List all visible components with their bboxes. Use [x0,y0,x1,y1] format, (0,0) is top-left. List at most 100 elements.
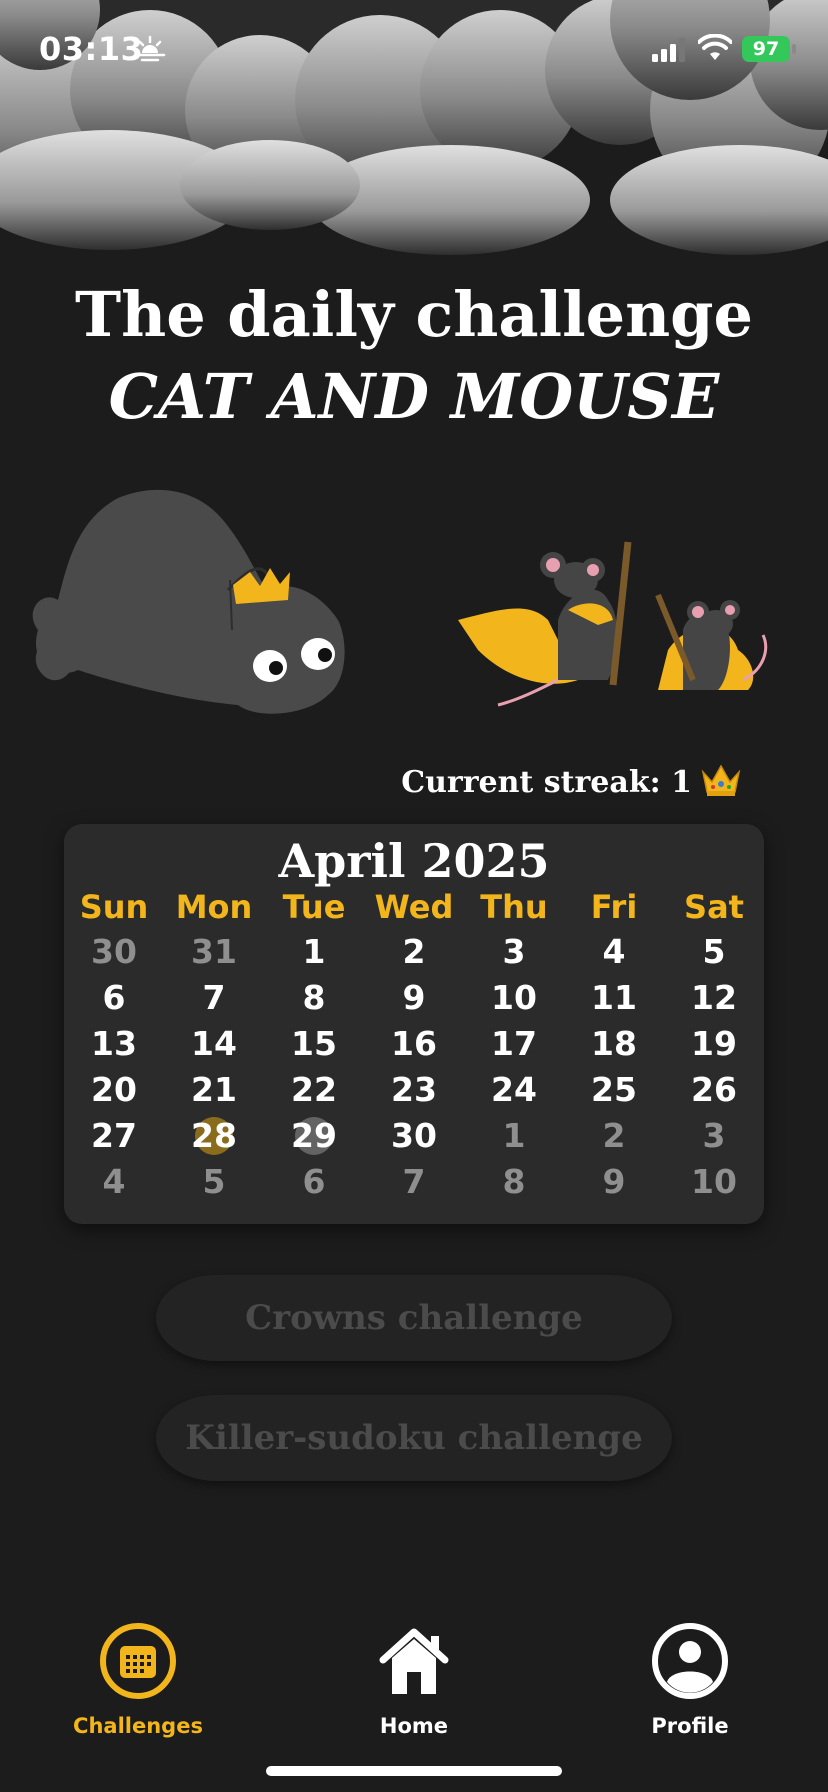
calendar-day-number: 23 [391,1070,437,1109]
calendar-day[interactable]: 13 [64,1024,164,1064]
calendar-day-completed[interactable]: 28 [164,1116,264,1156]
tab-home[interactable]: Home [334,1622,494,1738]
calendar-day-number: 18 [591,1024,637,1063]
calendar-day[interactable]: 5 [664,932,764,972]
calendar-day-number: 3 [702,1116,726,1155]
calendar-day[interactable]: 17 [464,1024,564,1064]
calendar-day[interactable]: 4 [64,1162,164,1202]
calendar-day-number: 1 [302,932,326,971]
mice-illustration [458,541,768,707]
calendar-day-number: 12 [691,978,737,1017]
challenge-name: CAT AND MOUSE [108,360,720,433]
page-title: The daily challenge [75,278,753,351]
streak-calendar: April 2025 Sun Mon Tue Wed Thu Fri Sat 30 31 1 2 3… [64,824,764,1224]
calendar-day-number: 22 [291,1070,337,1109]
weekday-label: Mon [175,888,253,926]
calendar-day[interactable]: 8 [464,1162,564,1202]
status-time: 03:13 [39,30,144,68]
calendar-day[interactable]: 4 [564,932,664,972]
calendar-day[interactable]: 20 [64,1070,164,1110]
calendar-day-number: 25 [591,1070,637,1109]
calendar-day[interactable]: 2 [364,932,464,972]
calendar-day[interactable]: 11 [564,978,664,1018]
weekday-label: Wed [374,888,454,926]
calendar-month: April 2025 [278,834,550,888]
calendar-day-number: 9 [402,978,426,1017]
calendar-day-number: 27 [91,1116,137,1155]
home-icon [379,1628,449,1694]
calendar-day-number: 3 [502,932,526,971]
battery-cap [792,44,796,54]
weekday-label: Fri [590,888,638,926]
weekday-label: Thu [480,888,548,926]
calendar-day[interactable]: 9 [564,1162,664,1202]
tab-profile-label: Profile [651,1714,729,1738]
calendar-day-number: 26 [691,1070,737,1109]
calendar-day[interactable]: 1 [464,1116,564,1156]
calendar-day[interactable]: 23 [364,1070,464,1110]
calendar-day-number: 5 [202,1162,226,1201]
calendar-day[interactable]: 1 [264,932,364,972]
calendar-day[interactable]: 30 [364,1116,464,1156]
weekday-label: Sat [684,888,744,926]
killer-sudoku-challenge-button[interactable]: Killer-sudoku challenge [156,1395,672,1481]
calendar-day[interactable]: 27 [64,1116,164,1156]
calendar-day-number: 6 [102,978,126,1017]
calendar-day-number: 13 [91,1024,137,1063]
calendar-day-number: 5 [702,932,726,971]
battery-indicator: 97 [742,36,790,62]
calendar-day[interactable]: 21 [164,1070,264,1110]
calendar-day-number: 4 [102,1162,126,1201]
calendar-day[interactable]: 16 [364,1024,464,1064]
calendar-day-number: 24 [491,1070,537,1109]
calendar-day[interactable]: 7 [164,978,264,1018]
tab-challenges[interactable]: Challenges [58,1622,218,1738]
calendar-day[interactable]: 10 [664,1162,764,1202]
calendar-day[interactable]: 5 [164,1162,264,1202]
calendar-day[interactable]: 9 [364,978,464,1018]
calendar-day[interactable]: 3 [664,1116,764,1156]
home-indicator [266,1766,562,1776]
calendar-day[interactable]: 22 [264,1070,364,1110]
calendar-day[interactable]: 7 [364,1162,464,1202]
calendar-day[interactable]: 31 [164,932,264,972]
calendar-day-today[interactable]: 29 [264,1116,364,1156]
calendar-day[interactable]: 3 [464,932,564,972]
calendar-day[interactable]: 12 [664,978,764,1018]
calendar-day[interactable]: 18 [564,1024,664,1064]
crown-icon [701,764,741,796]
calendar-day-number: 19 [691,1024,737,1063]
calendar-day-number: 2 [602,1116,626,1155]
weekday-label: Sun [79,888,149,926]
calendar-day[interactable]: 10 [464,978,564,1018]
calendar-day[interactable]: 2 [564,1116,664,1156]
calendar-day-number: 9 [602,1162,626,1201]
tab-challenges-label: Challenges [73,1714,203,1738]
calendar-day-number: 8 [302,978,326,1017]
calendar-day-number: 30 [391,1116,437,1155]
tab-home-label: Home [379,1714,449,1738]
crowns-challenge-button[interactable]: Crowns challenge [156,1275,672,1361]
calendar-day-number: 7 [402,1162,426,1201]
calendar-day[interactable]: 14 [164,1024,264,1064]
calendar-day-number: 8 [502,1162,526,1201]
calendar-day-number: 16 [391,1024,437,1063]
calendar-day[interactable]: 24 [464,1070,564,1110]
calendar-day-number: 14 [191,1024,237,1063]
calendar-day[interactable]: 15 [264,1024,364,1064]
tab-profile[interactable]: Profile [610,1622,770,1738]
cellular-signal-icon [652,38,685,62]
calendar-day[interactable]: 19 [664,1024,764,1064]
calendar-day[interactable]: 8 [264,978,364,1018]
calendar-day-number: 2 [402,932,426,971]
calendar-day[interactable]: 30 [64,932,164,972]
calendar-icon [100,1623,176,1699]
calendar-day[interactable]: 26 [664,1070,764,1110]
calendar-day[interactable]: 6 [64,978,164,1018]
status-bar: 03:13 97 [0,0,828,100]
calendar-day-number: 4 [602,932,626,971]
calendar-day[interactable]: 6 [264,1162,364,1202]
calendar-day[interactable]: 25 [564,1070,664,1110]
weekday-label: Tue [282,888,346,926]
calendar-day-number: 10 [691,1162,737,1201]
